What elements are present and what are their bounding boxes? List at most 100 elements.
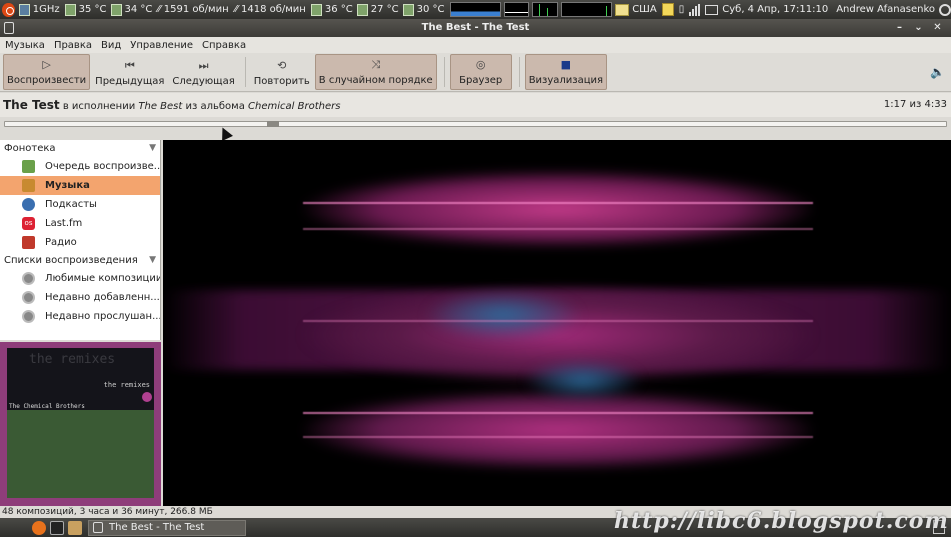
clock[interactable]: Суб, 4 Апр, 17:11:10 — [722, 4, 828, 15]
viz-glow — [423, 290, 583, 340]
user-menu[interactable]: Andrew Afanasenko — [836, 4, 935, 15]
sidebar-item-radio[interactable]: Радио — [0, 233, 160, 252]
app-icon[interactable] — [4, 22, 14, 34]
menu-control[interactable]: Управление — [125, 40, 197, 51]
cover-band: The Chemical Brothers — [9, 403, 85, 410]
temp2-applet[interactable]: 36 °C 27 °C 30 °C — [310, 3, 445, 16]
playlists-header[interactable]: Списки воспроизведения ▼ — [0, 252, 160, 269]
maximize-button[interactable]: ⌄ — [911, 21, 926, 35]
toolbar-separator — [443, 57, 445, 87]
sensor-icon — [310, 3, 322, 16]
seek-handle[interactable] — [267, 121, 279, 127]
cover-image: the remixes the remixes The Chemical Bro… — [7, 348, 154, 498]
smart-playlist-icon — [22, 291, 35, 304]
expander-icon[interactable]: ▼ — [149, 252, 156, 269]
cpu-icon — [18, 3, 30, 16]
smart-playlist-icon — [22, 272, 35, 285]
keyboard-icon — [615, 3, 630, 16]
sensor-icon — [110, 3, 122, 16]
music-icon — [22, 179, 35, 192]
mem-graph[interactable] — [503, 2, 530, 17]
viz-wave — [303, 228, 813, 230]
sidebar-item-recently-added[interactable]: Недавно добавленн... — [0, 288, 160, 307]
play-icon: ▷ — [42, 58, 51, 71]
smart-playlist-icon — [22, 310, 35, 323]
sidebar: Фонотека ▼ Очередь воспроизве... Музыка … — [0, 140, 161, 340]
menu-edit[interactable]: Правка — [49, 40, 96, 51]
cover-title: the remixes — [29, 352, 116, 367]
shuffle-button[interactable]: ⤨ В случайном порядке — [314, 54, 437, 90]
repeat-icon: ⟲ — [277, 59, 287, 72]
notes-icon[interactable] — [661, 3, 674, 16]
viz-wave — [303, 202, 813, 204]
cover-badge-icon — [142, 392, 152, 402]
visualization-button[interactable]: ■ Визуализация — [524, 54, 608, 90]
fan-icon: ⁄⁄ — [157, 4, 161, 15]
close-button[interactable]: ✕ — [930, 21, 945, 35]
files-icon[interactable] — [68, 520, 82, 535]
volume-icon[interactable]: 🔈 — [930, 65, 945, 79]
sidebar-item-lastfm[interactable]: os Last.fm — [0, 214, 160, 233]
power-icon[interactable] — [939, 3, 951, 16]
queue-icon — [22, 160, 35, 173]
mouse-cursor-icon — [217, 125, 233, 141]
cpu-freq-applet[interactable]: 1GHz — [18, 3, 60, 16]
viz-wave — [303, 412, 813, 414]
toolbar-separator — [244, 57, 246, 87]
viz-wave — [303, 436, 813, 438]
viz-band — [303, 170, 813, 248]
toolbar: ▷ Воспроизвести ⏮ Предыдущая ⏭ Следующая… — [0, 53, 951, 92]
sensor-icon — [402, 3, 414, 16]
minimize-button[interactable]: – — [892, 21, 907, 35]
sidebar-item-music[interactable]: Музыка — [0, 176, 160, 195]
visualization-canvas[interactable] — [163, 140, 951, 506]
menu-view[interactable]: Вид — [96, 40, 125, 51]
keyboard-applet[interactable]: США — [615, 3, 657, 16]
next-button[interactable]: ⏭ Следующая — [169, 54, 237, 90]
menu-bar: Музыка Правка Вид Управление Справка — [0, 37, 951, 53]
track-artist: The Best — [138, 101, 183, 112]
viz-band — [303, 390, 813, 470]
expander-icon[interactable]: ▼ — [149, 140, 156, 157]
terminal-icon[interactable] — [50, 520, 64, 535]
sidebar-item-queue[interactable]: Очередь воспроизве... — [0, 157, 160, 176]
mail-icon[interactable] — [705, 4, 719, 15]
title-bar[interactable]: The Best - The Test – ⌄ ✕ — [0, 19, 951, 37]
track-title: The Test — [3, 98, 60, 112]
radio-icon — [22, 236, 35, 249]
now-playing-line: The Test в исполнении The Best из альбом… — [3, 98, 341, 112]
sidebar-item-favorites[interactable]: Любимые композиции — [0, 269, 160, 288]
track-time: 1:17 из 4:33 — [883, 99, 947, 110]
menu-music[interactable]: Музыка — [0, 40, 49, 51]
cpu-graph[interactable] — [449, 2, 501, 17]
library-header[interactable]: Фонотека ▼ — [0, 140, 160, 157]
fan-applet[interactable]: ⁄⁄ 1591 об/мин ⁄⁄ 1418 об/мин — [157, 4, 305, 15]
battery-icon[interactable]: ▯ — [679, 4, 685, 15]
repeat-button[interactable]: ⟲ Повторить — [251, 54, 313, 90]
sidebar-item-podcasts[interactable]: Подкасты — [0, 195, 160, 214]
menu-help[interactable]: Справка — [197, 40, 250, 51]
load-graph[interactable] — [561, 2, 613, 17]
firefox-icon[interactable] — [32, 520, 46, 535]
sensor-icon — [64, 3, 76, 16]
ubuntu-logo-icon[interactable] — [2, 2, 15, 17]
tray-area: ▯ Суб, 4 Апр, 17:11:10 Andrew Afanasenko — [679, 3, 951, 16]
sidebar-item-recently-played[interactable]: Недавно прослушан... — [0, 307, 160, 326]
app-icon — [93, 522, 103, 533]
taskbar-item-rhythmbox[interactable]: The Best - The Test — [88, 519, 246, 536]
previous-button[interactable]: ⏮ Предыдущая — [92, 54, 167, 90]
track-album: Chemical Brothers — [248, 101, 341, 112]
signal-icon[interactable] — [689, 3, 701, 16]
net-graph[interactable] — [532, 2, 559, 17]
browser-button[interactable]: ◎ Браузер — [449, 54, 512, 90]
play-button[interactable]: ▷ Воспроизвести — [3, 54, 91, 90]
next-icon: ⏭ — [198, 59, 209, 72]
fan-icon: ⁄⁄ — [234, 4, 238, 15]
now-playing-header: The Test в исполнении The Best из альбом… — [0, 93, 951, 117]
temp-applet[interactable]: 35 °C 34 °C — [64, 3, 152, 16]
toolbar-separator — [518, 57, 520, 87]
album-cover[interactable]: the remixes the remixes The Chemical Bro… — [0, 342, 161, 506]
browser-icon: ◎ — [475, 58, 486, 71]
seek-bar[interactable] — [4, 121, 947, 127]
sensor-icon — [356, 3, 368, 16]
